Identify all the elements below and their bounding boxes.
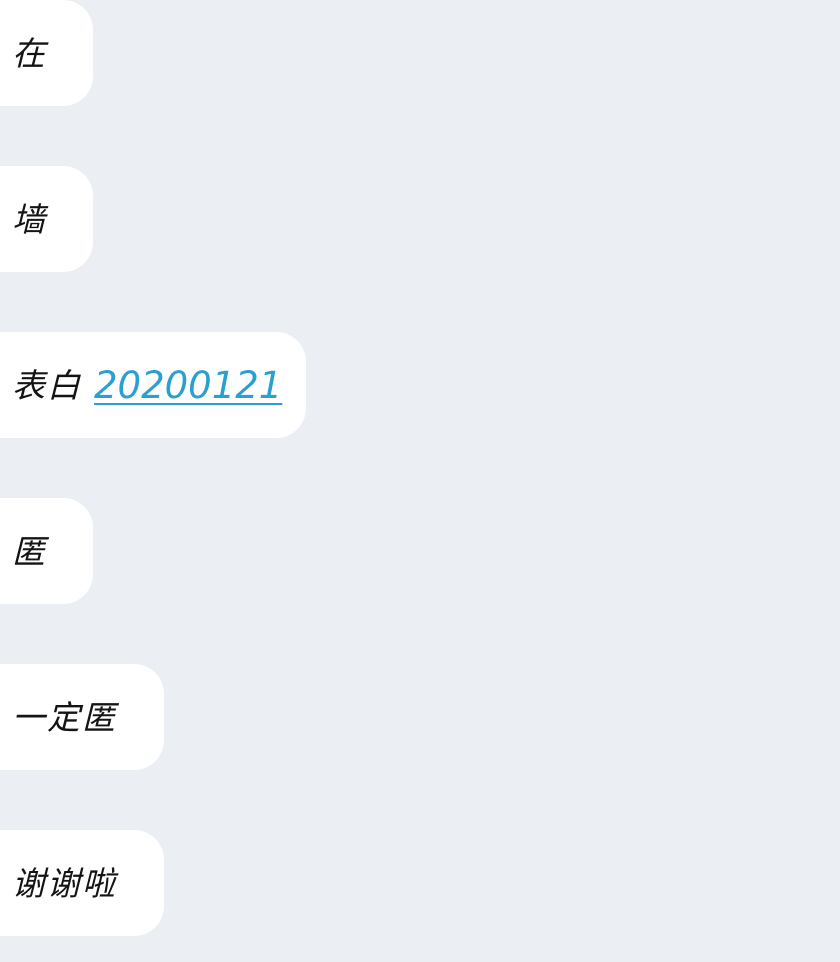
message-text: 墙 [12, 199, 47, 239]
chat-message-list: 在 墙 表白 20200121 匿 一定匿 谢谢啦 [0, 0, 840, 962]
message-text: 匿 [12, 531, 47, 571]
message-text: 谢谢啦 [12, 863, 117, 903]
message-text: 在 [12, 33, 47, 73]
message-bubble[interactable]: 表白 20200121 [0, 332, 306, 438]
message-bubble[interactable]: 一定匿 [0, 664, 164, 770]
message-text: 一定匿 [12, 697, 117, 737]
message-text: 表白 [12, 365, 82, 405]
message-link[interactable]: 20200121 [94, 367, 282, 404]
message-bubble[interactable]: 匿 [0, 498, 93, 604]
message-bubble[interactable]: 谢谢啦 [0, 830, 164, 936]
message-bubble[interactable]: 墙 [0, 166, 93, 272]
message-bubble[interactable]: 在 [0, 0, 93, 106]
